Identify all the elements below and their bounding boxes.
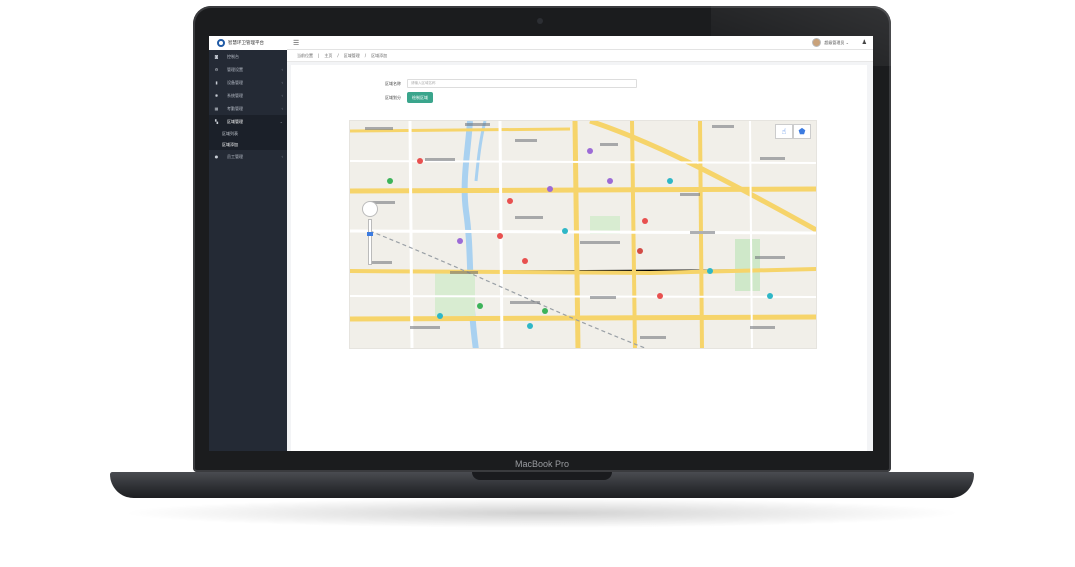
zoom-slider[interactable] — [367, 219, 373, 265]
main-content: 当前位置 | 主页 / 区域管理 / 区域添加 区域名称 请输入区域名称 区域划… — [287, 50, 873, 451]
sidebar-subitem-label: 区域列表 — [222, 130, 238, 136]
sidebar-item-system[interactable]: ✱ 系统管理 ‹ — [209, 89, 287, 102]
user-menu[interactable]: 超级管理员 ⌄ — [812, 38, 849, 47]
map-view[interactable]: ☝ ⬟ — [349, 120, 817, 349]
gear-icon: ✱ — [214, 93, 219, 98]
top-bar: 智慧环卫管理平台 ☰ 超级管理员 ⌄ ♟ — [209, 36, 873, 50]
user-icon[interactable]: ♟ — [862, 39, 867, 46]
sidebar-subitem-label: 区域添加 — [222, 141, 238, 147]
draw-area-button[interactable]: 绘制区域 — [407, 92, 433, 103]
app-title: 智慧环卫管理平台 — [228, 41, 264, 46]
zoom-handle[interactable] — [367, 232, 373, 236]
map-toolbar: ☝ ⬟ — [775, 124, 811, 139]
sidebar-item-staff[interactable]: ● 员工管理 ‹ — [209, 150, 287, 163]
chevron-down-icon: ⌄ — [279, 119, 283, 124]
menu-toggle-icon[interactable]: ☰ — [293, 39, 299, 47]
sidebar-item-label: 设备管理 — [227, 79, 243, 85]
breadcrumb-area[interactable]: 区域管理 — [344, 53, 360, 59]
sidebar-item-area[interactable]: ▚ 区域管理 ⌄ — [209, 115, 287, 128]
pan-control[interactable] — [362, 201, 378, 217]
logo-icon — [217, 39, 225, 47]
sidebar-item-attendance[interactable]: ▦ 考勤管理 ‹ — [209, 102, 287, 115]
sidebar-item-settings[interactable]: ⚙ 管理设置 ‹ — [209, 63, 287, 76]
sidebar-item-label: 管理设置 — [227, 66, 243, 72]
laptop-notch — [472, 472, 612, 480]
logo: 智慧环卫管理平台 — [209, 36, 287, 50]
breadcrumb-separator: / — [337, 53, 339, 58]
sidebar-item-dashboard[interactable]: ◙ 控制台 — [209, 50, 287, 63]
sidebar-item-label: 员工管理 — [227, 153, 243, 159]
laptop-shadow — [120, 498, 964, 528]
sidebar: ◙ 控制台 ⚙ 管理设置 ‹ ▮ 设备管理 ‹ ✱ 系统管理 ‹ ▦ 考勤管理 — [209, 50, 287, 451]
dashboard-icon: ◙ — [214, 54, 219, 59]
screen: 智慧环卫管理平台 ☰ 超级管理员 ⌄ ♟ ◙ 控制台 ⚙ 管理设置 ‹ ▮ 设备… — [209, 36, 873, 451]
breadcrumb-separator: | — [318, 53, 320, 58]
area-name-input[interactable]: 请输入区域名称 — [407, 79, 637, 88]
camera — [537, 18, 543, 24]
sidebar-item-label: 考勤管理 — [227, 105, 243, 111]
user-icon: ● — [214, 154, 219, 159]
sidebar-item-devices[interactable]: ▮ 设备管理 ‹ — [209, 76, 287, 89]
hand-pointer-icon[interactable]: ☝ — [775, 124, 793, 139]
form-panel: 区域名称 请输入区域名称 区域划分 绘制区域 ☝ ⬟ — [291, 65, 867, 451]
sidebar-item-label: 区域管理 — [227, 118, 243, 124]
zoom-control — [362, 201, 378, 265]
device-brand: MacBook Pro — [514, 459, 570, 469]
map-icon: ▚ — [214, 119, 219, 124]
breadcrumb-home[interactable]: 主页 — [324, 53, 332, 59]
chevron-down-icon: ⌄ — [844, 40, 849, 45]
chevron-left-icon: ‹ — [281, 67, 283, 72]
draw-row: 区域划分 绘制区域 — [361, 92, 433, 103]
chevron-left-icon: ‹ — [281, 80, 283, 85]
breadcrumb-prefix: 当前位置 — [297, 52, 313, 58]
chevron-left-icon: ‹ — [281, 106, 283, 111]
sidebar-item-label: 系统管理 — [227, 92, 243, 98]
sidebar-item-label: 控制台 — [227, 53, 239, 59]
breadcrumb: 当前位置 | 主页 / 区域管理 / 区域添加 — [287, 50, 873, 62]
name-label: 区域名称 — [385, 80, 401, 86]
breadcrumb-separator: / — [364, 53, 367, 58]
gears-icon: ⚙ — [214, 67, 219, 72]
sidebar-subitem-area-add[interactable]: 区域添加 — [209, 139, 287, 150]
chevron-left-icon: ‹ — [281, 154, 283, 159]
name-row: 区域名称 请输入区域名称 — [361, 79, 637, 88]
draw-label: 区域划分 — [385, 94, 401, 100]
user-name: 超级管理员 — [824, 39, 845, 45]
polygon-draw-icon[interactable]: ⬟ — [793, 124, 811, 139]
breadcrumb-current: 区域添加 — [371, 52, 388, 58]
chevron-left-icon: ‹ — [281, 93, 283, 98]
chart-icon: ▮ — [215, 80, 218, 85]
laptop-lid: 智慧环卫管理平台 ☰ 超级管理员 ⌄ ♟ ◙ 控制台 ⚙ 管理设置 ‹ ▮ 设备… — [193, 6, 891, 472]
avatar — [812, 38, 822, 47]
sidebar-subitem-area-list[interactable]: 区域列表 — [209, 128, 287, 139]
laptop-base: MacBook Pro — [110, 459, 974, 498]
map-canvas — [350, 121, 816, 348]
calendar-icon: ▦ — [214, 106, 219, 111]
